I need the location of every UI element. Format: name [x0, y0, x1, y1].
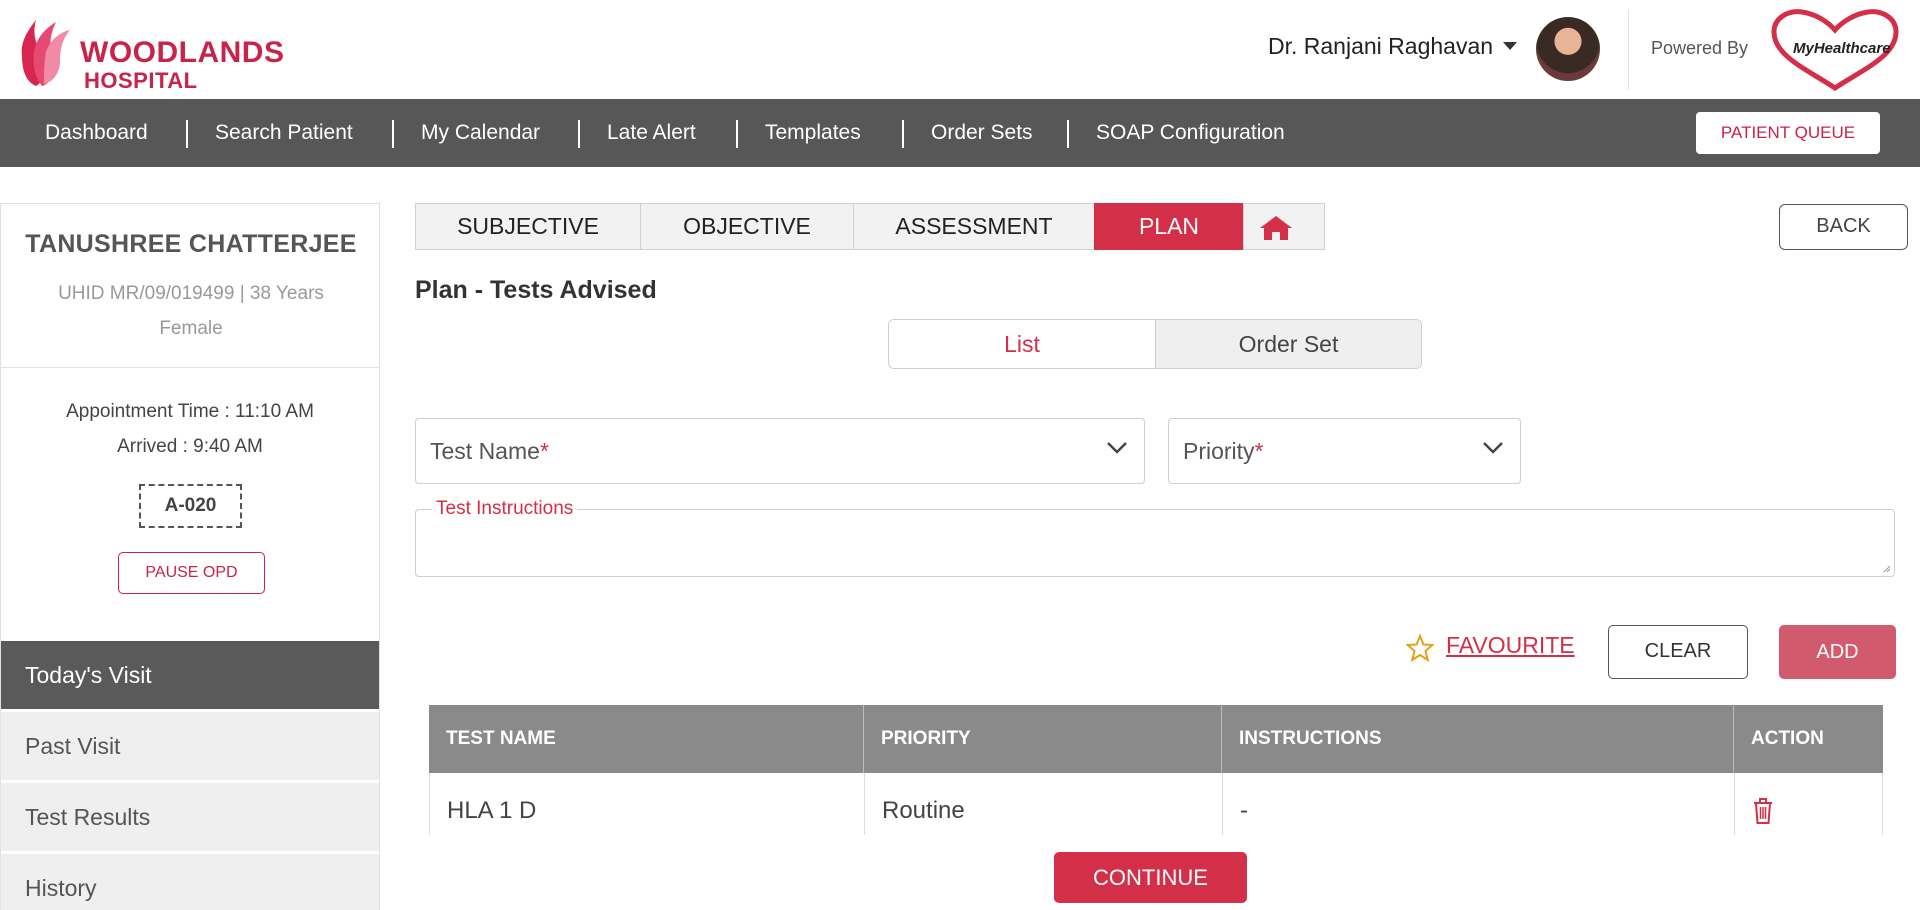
page-title: Plan - Tests Advised [415, 276, 657, 304]
resize-handle-icon[interactable] [1881, 563, 1891, 573]
cell-priority: Routine [865, 773, 1223, 835]
nav-search-patient[interactable]: Search Patient [215, 121, 353, 145]
tests-table: TEST NAME PRIORITY INSTRUCTIONS ACTION H… [429, 705, 1883, 835]
app-header: WOODLANDS HOSPITAL Dr. Ranjani Raghavan … [0, 0, 1920, 99]
nav-my-calendar[interactable]: My Calendar [421, 121, 540, 145]
test-name-label: Test Name [430, 438, 540, 464]
column-header-instructions: INSTRUCTIONS [1222, 705, 1734, 773]
arrived-time: Arrived : 9:40 AM [117, 436, 263, 457]
toggle-order-set[interactable]: Order Set [1155, 320, 1421, 368]
test-instructions-textarea[interactable] [415, 509, 1895, 577]
column-header-action: ACTION [1751, 728, 1824, 749]
toggle-list[interactable]: List [889, 320, 1155, 368]
patient-gender: Female [159, 318, 223, 339]
nav-order-sets[interactable]: Order Sets [931, 121, 1033, 145]
list-orderset-toggle: List Order Set [888, 319, 1422, 369]
nav-separator [186, 120, 188, 148]
star-icon [1406, 634, 1434, 662]
required-mark: * [539, 438, 549, 464]
sidebar-item-past-visit[interactable]: Past Visit [1, 712, 379, 780]
home-icon [1260, 216, 1292, 240]
powered-by-label: Powered By [1651, 38, 1749, 58]
nav-separator [392, 120, 394, 148]
token-badge: A-020 [139, 484, 242, 528]
table-row: HLA 1 D Routine - [429, 773, 1883, 835]
logo-wordmark: WOODLANDS [80, 36, 285, 69]
add-button[interactable]: ADD [1779, 625, 1896, 679]
continue-button[interactable]: CONTINUE [1054, 852, 1247, 903]
tab-home[interactable] [1243, 203, 1325, 250]
cell-instructions: - [1223, 773, 1735, 835]
nav-separator [578, 120, 580, 148]
priority-select[interactable]: Priority* [1168, 418, 1521, 484]
favourite-label[interactable]: FAVOURITE [1446, 632, 1575, 659]
patient-uhid: UHID MR/09/019499 | 38 Years [58, 283, 324, 304]
sidebar-item-test-results[interactable]: Test Results [1, 783, 379, 851]
user-name[interactable]: Dr. Ranjani Raghavan [1268, 33, 1493, 60]
nav-dashboard[interactable]: Dashboard [45, 121, 148, 145]
partner-logo-text: MyHealthcare [1793, 40, 1891, 57]
clear-button[interactable]: CLEAR [1608, 625, 1748, 679]
tab-subjective[interactable]: SUBJECTIVE [415, 203, 641, 250]
table-header: TEST NAME PRIORITY INSTRUCTIONS ACTION [429, 705, 1883, 773]
patient-queue-button[interactable]: PATIENT QUEUE [1696, 112, 1880, 154]
appointment-info: Appointment Time : 11:10 AM Arrived : 9:… [1, 394, 379, 464]
trash-icon[interactable] [1752, 797, 1774, 825]
nav-late-alert[interactable]: Late Alert [607, 121, 696, 145]
flame-logo-icon [21, 20, 70, 86]
priority-label: Priority [1183, 438, 1255, 464]
patient-info: UHID MR/09/019499 | 38 Years Female [31, 276, 351, 346]
required-mark: * [1254, 438, 1264, 464]
header-divider [1628, 10, 1629, 90]
hospital-logo: WOODLANDS HOSPITAL [14, 12, 285, 93]
tab-plan[interactable]: PLAN [1094, 203, 1244, 250]
cell-test-name: HLA 1 D [430, 773, 865, 835]
nav-templates[interactable]: Templates [765, 121, 861, 145]
appointment-time: Appointment Time : 11:10 AM [66, 401, 314, 422]
nav-separator [736, 120, 738, 148]
tab-assessment[interactable]: ASSESSMENT [853, 203, 1095, 250]
column-header-test-name: TEST NAME [429, 705, 864, 773]
test-instructions-label: Test Instructions [432, 498, 578, 520]
sidebar-item-history[interactable]: History [1, 854, 379, 910]
nav-soap-configuration[interactable]: SOAP Configuration [1096, 121, 1285, 145]
patient-panel: TANUSHREE CHATTERJEE UHID MR/09/019499 |… [0, 203, 380, 910]
column-header-priority: PRIORITY [864, 705, 1222, 773]
caret-down-icon[interactable] [1503, 42, 1517, 50]
chevron-down-icon [1107, 442, 1127, 454]
main-nav: Dashboard Search Patient My Calendar Lat… [0, 99, 1920, 167]
tab-objective[interactable]: OBJECTIVE [640, 203, 854, 250]
avatar[interactable] [1536, 17, 1600, 81]
divider [1, 367, 379, 368]
back-button[interactable]: BACK [1779, 204, 1908, 250]
pause-opd-button[interactable]: PAUSE OPD [118, 552, 265, 594]
sidebar-item-todays-visit[interactable]: Today's Visit [1, 641, 379, 709]
patient-name: TANUSHREE CHATTERJEE [25, 230, 357, 258]
test-name-select[interactable]: Test Name* [415, 418, 1145, 484]
nav-separator [1067, 120, 1069, 148]
logo-subtitle: HOSPITAL [84, 68, 198, 93]
chevron-down-icon [1483, 442, 1503, 454]
nav-separator [902, 120, 904, 148]
